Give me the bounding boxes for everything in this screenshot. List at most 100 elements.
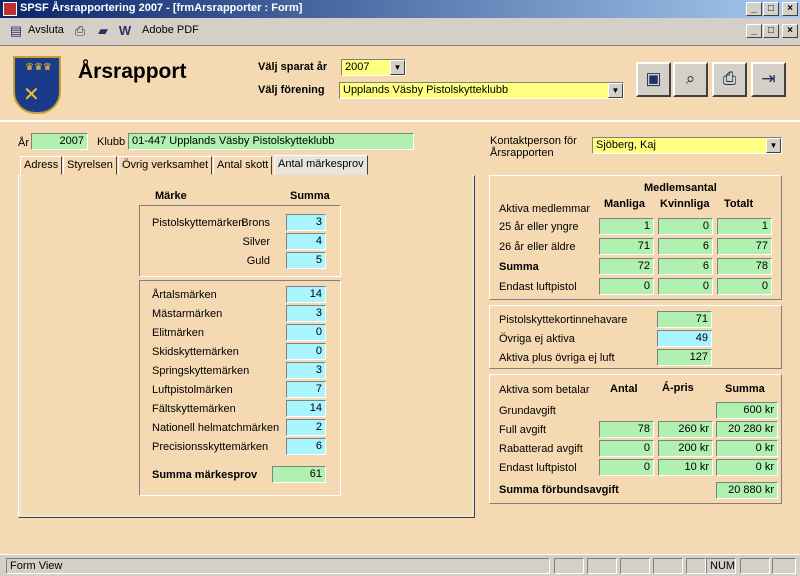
mark-field-value: 3 (315, 307, 322, 319)
mark-field[interactable]: 0 (286, 324, 326, 341)
close-app-button[interactable]: Avsluta (28, 24, 64, 36)
member-count-field[interactable]: 6 (658, 238, 713, 255)
status-box-1 (554, 558, 584, 574)
close-button[interactable]: × (782, 2, 798, 16)
minimize-button[interactable]: _ (746, 2, 762, 16)
club-field[interactable]: 01-447 Upplands Väsby Pistolskytteklubb (128, 133, 414, 150)
mark-field[interactable]: 0 (286, 343, 326, 360)
member-count-field[interactable]: 1 (717, 218, 772, 235)
member-count-field[interactable]: 71 (599, 238, 654, 255)
year-field-value: 2007 (59, 135, 84, 147)
mark-field[interactable]: 2 (286, 419, 326, 436)
fee-field[interactable]: 0 kr (716, 459, 778, 476)
club-field-value: 01-447 Upplands Väsby Pistolskytteklubb (132, 135, 335, 147)
contact-select[interactable]: Sjöberg, Kaj (592, 137, 782, 154)
exit-icon[interactable]: ▤ (8, 23, 24, 39)
fee-field[interactable]: 10 kr (658, 459, 713, 476)
fee-field-value: 0 (643, 442, 650, 454)
member-count-field[interactable]: 0 (717, 278, 772, 295)
tab-antal-markesprov[interactable]: Antal märkesprov (274, 155, 368, 175)
member-count-field-value: 71 (637, 240, 650, 252)
tab-adress[interactable]: Adress (20, 156, 63, 175)
mark-field-value: 0 (315, 345, 322, 357)
pistol-mark-field[interactable]: 3 (286, 214, 326, 231)
marks-total-field[interactable]: 61 (272, 466, 326, 483)
status-bar: Form View NUM (0, 554, 800, 576)
member-row-label: Endast luftpistol (499, 281, 577, 293)
members-heading: Medlemsantal (644, 182, 717, 194)
adobe-pdf-button[interactable]: Adobe PDF (142, 24, 199, 36)
doc-restore-button[interactable]: □ (763, 24, 779, 38)
marks-total-label: Summa märkesprov (152, 469, 258, 481)
pistol-mark-field-value: 5 (315, 254, 322, 266)
save-button[interactable]: ▣ (636, 62, 671, 97)
member-count-field[interactable]: 72 (599, 258, 654, 275)
mark-field-value: 14 (309, 402, 322, 414)
pistol-mark-field-value: 3 (315, 216, 322, 228)
pistol-mark-label: Brons (241, 217, 270, 229)
grund-sum-field[interactable]: 600 kr (716, 402, 778, 419)
other-stat-field[interactable]: 71 (657, 311, 712, 328)
member-count-field[interactable]: 0 (658, 218, 713, 235)
mark-field[interactable]: 3 (286, 305, 326, 322)
mark-field-value: 2 (315, 421, 322, 433)
mark-field-value: 3 (315, 364, 322, 376)
member-count-field-value: 6 (702, 240, 709, 252)
year-field[interactable]: 2007 (31, 133, 88, 150)
member-count-field-value: 0 (643, 280, 650, 292)
page-title: Årsrapport (78, 60, 187, 83)
fee-field[interactable]: 78 (599, 421, 654, 438)
fee-field[interactable]: 0 (599, 440, 654, 457)
club-select[interactable]: Upplands Väsby Pistolskytteklubb (339, 82, 624, 99)
status-box-5 (686, 558, 706, 574)
preview-button[interactable]: ⌕ (673, 62, 708, 97)
doc-minimize-button[interactable]: _ (746, 24, 762, 38)
fee-field[interactable]: 20 280 kr (716, 421, 778, 438)
status-box-3 (620, 558, 650, 574)
mark-field[interactable]: 14 (286, 400, 326, 417)
fee-field[interactable]: 200 kr (658, 440, 713, 457)
other-stat-field-value: 127 (689, 351, 708, 363)
fee-field[interactable]: 260 kr (658, 421, 713, 438)
open-icon[interactable]: ▰ (95, 23, 111, 39)
fees-total-field[interactable]: 20 880 kr (716, 482, 778, 499)
member-count-field[interactable]: 0 (599, 278, 654, 295)
col-totalt: Totalt (724, 198, 754, 210)
maximize-button[interactable]: □ (763, 2, 779, 16)
fees-total-label: Summa förbundsavgift (499, 484, 619, 496)
pistol-mark-field[interactable]: 4 (286, 233, 326, 250)
word-icon[interactable]: W (117, 23, 133, 39)
chevron-down-icon[interactable]: ▼ (390, 60, 405, 75)
member-count-field[interactable]: 1 (599, 218, 654, 235)
tab-styrelsen[interactable]: Styrelsen (63, 156, 117, 175)
mark-field[interactable]: 14 (286, 286, 326, 303)
member-count-field[interactable]: 0 (658, 278, 713, 295)
member-count-field[interactable]: 77 (717, 238, 772, 255)
mark-label: Springskyttemärken (152, 365, 250, 377)
doc-close-button[interactable]: × (782, 24, 798, 38)
fee-field[interactable]: 0 kr (716, 440, 778, 457)
member-count-field[interactable]: 6 (658, 258, 713, 275)
member-count-field-value: 78 (755, 260, 768, 272)
print-button[interactable]: ⎙ (712, 62, 747, 97)
mark-field[interactable]: 7 (286, 381, 326, 398)
grund-sum-value: 600 kr (743, 404, 774, 416)
status-text: Form View (6, 558, 550, 574)
pistol-mark-field[interactable]: 5 (286, 252, 326, 269)
other-stat-field[interactable]: 127 (657, 349, 712, 366)
chevron-down-icon[interactable]: ▼ (766, 138, 781, 153)
exit-button[interactable]: ⇥ (751, 62, 786, 97)
other-stat-field[interactable]: 49 (657, 330, 712, 347)
member-row-label: Summa (499, 261, 539, 273)
print-icon[interactable]: ⎙ (72, 23, 88, 39)
num-lock-indicator: NUM (706, 558, 736, 574)
member-count-field[interactable]: 78 (717, 258, 772, 275)
fee-field-value: 20 280 kr (728, 423, 774, 435)
tab-ovrig-verksamhet[interactable]: Övrig verksamhet (118, 156, 213, 175)
fee-field[interactable]: 0 (599, 459, 654, 476)
mark-field[interactable]: 3 (286, 362, 326, 379)
other-stat-field-value: 49 (695, 332, 708, 344)
chevron-down-icon[interactable]: ▼ (608, 83, 623, 98)
mark-field[interactable]: 6 (286, 438, 326, 455)
tab-antal-skott[interactable]: Antal skott (213, 156, 273, 175)
